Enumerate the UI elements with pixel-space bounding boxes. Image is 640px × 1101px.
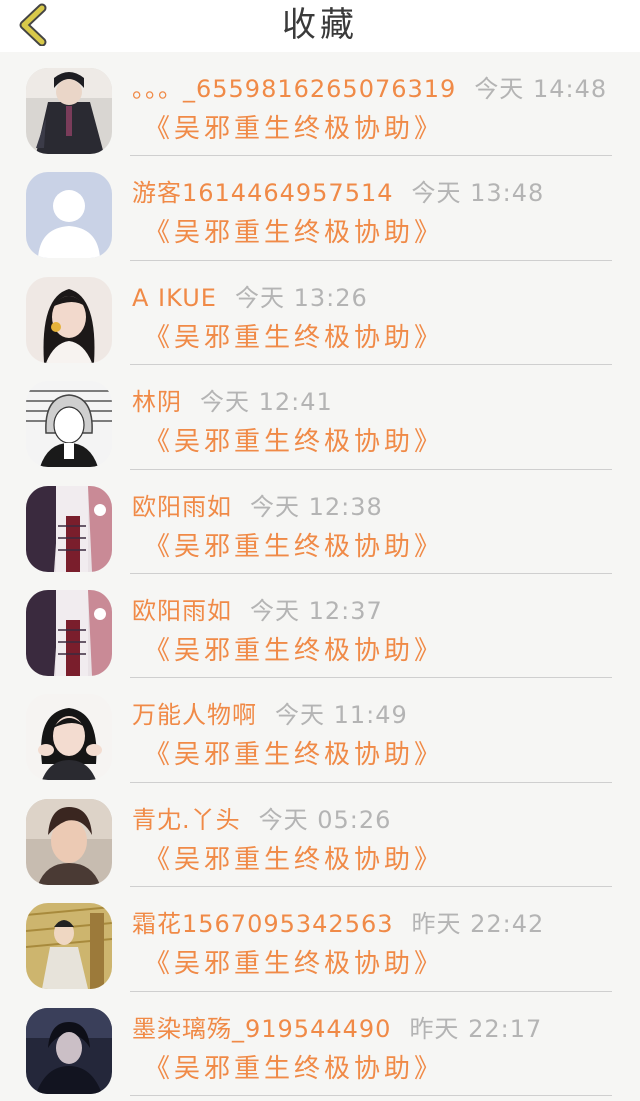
timestamp: 今天 13:48 bbox=[411, 179, 545, 208]
item-header-line: 万能人物啊 今天 11:49 bbox=[132, 698, 408, 732]
item-header-line: 欧阳雨如 今天 12:37 bbox=[132, 594, 383, 628]
list-item[interactable]: 青冘.丫头 今天 05:26 《吴邪重生终极协助》 bbox=[0, 783, 640, 888]
favorites-list: 。。。_6559816265076319 今天 14:48 《吴邪重生终极协助》 … bbox=[0, 52, 640, 1096]
avatar[interactable] bbox=[26, 381, 112, 468]
avatar[interactable] bbox=[26, 276, 112, 363]
avatar[interactable] bbox=[26, 798, 112, 885]
list-item[interactable]: A IKUE 今天 13:26 《吴邪重生终极协助》 bbox=[0, 261, 640, 366]
user-name: 万能人物啊 bbox=[132, 701, 257, 730]
avatar-dark-costume-image bbox=[26, 68, 112, 154]
favorite-title: 《吴邪重生终极协助》 bbox=[144, 322, 445, 353]
avatar[interactable] bbox=[26, 589, 112, 676]
timestamp: 昨天 22:42 bbox=[411, 910, 545, 939]
list-item[interactable]: 霜花1567095342563 昨天 22:42 《吴邪重生终极协助》 bbox=[0, 887, 640, 992]
user-name: 。。。_6559816265076319 bbox=[132, 75, 457, 103]
favorite-title: 《吴邪重生终极协助》 bbox=[144, 1053, 445, 1084]
avatar[interactable] bbox=[26, 903, 112, 990]
favorite-title: 《吴邪重生终极协助》 bbox=[144, 531, 445, 562]
list-item[interactable]: 墨染璃殇_919544490 昨天 22:17 《吴邪重生终极协助》 bbox=[0, 992, 640, 1096]
user-name: 游客1614464957514 bbox=[132, 179, 394, 208]
user-name: 欧阳雨如 bbox=[132, 492, 232, 521]
timestamp: 今天 12:38 bbox=[250, 492, 383, 521]
favorite-title: 《吴邪重生终极协助》 bbox=[144, 427, 445, 458]
list-item[interactable]: 游客1614464957514 今天 13:48 《吴邪重生终极协助》 bbox=[0, 156, 640, 261]
list-item[interactable]: 万能人物啊 今天 11:49 《吴邪重生终极协助》 bbox=[0, 678, 640, 783]
favorite-title: 《吴邪重生终极协助》 bbox=[144, 218, 445, 249]
timestamp: 今天 12:41 bbox=[200, 388, 333, 417]
timestamp: 今天 14:48 bbox=[474, 75, 608, 103]
user-name: 欧阳雨如 bbox=[132, 596, 232, 625]
divider bbox=[130, 1094, 612, 1096]
user-name: 霜花1567095342563 bbox=[132, 910, 394, 939]
item-header-line: 林阴 今天 12:41 bbox=[132, 385, 333, 419]
timestamp: 今天 05:26 bbox=[258, 805, 392, 834]
favorite-title: 《吴邪重生终极协助》 bbox=[144, 635, 445, 666]
item-header-line: 青冘.丫头 今天 05:26 bbox=[132, 803, 391, 837]
list-item[interactable]: 。。。_6559816265076319 今天 14:48 《吴邪重生终极协助》 bbox=[0, 52, 640, 157]
avatar[interactable] bbox=[26, 68, 112, 154]
avatar[interactable] bbox=[26, 172, 112, 259]
avatar[interactable] bbox=[26, 1007, 112, 1094]
list-item[interactable]: 林阴 今天 12:41 《吴邪重生终极协助》 bbox=[0, 365, 640, 470]
user-name: 墨染璃殇_919544490 bbox=[132, 1014, 392, 1043]
favorite-title: 《吴邪重生终极协助》 bbox=[144, 949, 445, 980]
timestamp: 今天 12:37 bbox=[250, 596, 383, 625]
avatar-girl-photo-image bbox=[26, 694, 112, 781]
item-header-line: 霜花1567095342563 昨天 22:42 bbox=[132, 907, 544, 941]
item-header-line: A IKUE 今天 13:26 bbox=[132, 281, 368, 315]
item-header-line: 。。。_6559816265076319 今天 14:48 bbox=[132, 72, 607, 106]
item-header-line: 墨染璃殇_919544490 昨天 22:17 bbox=[132, 1012, 542, 1046]
item-header-line: 游客1614464957514 今天 13:48 bbox=[132, 176, 544, 210]
timestamp: 昨天 22:17 bbox=[409, 1014, 543, 1043]
user-name: A IKUE bbox=[132, 283, 217, 312]
user-name: 林阴 bbox=[132, 388, 182, 417]
avatar[interactable] bbox=[26, 694, 112, 781]
list-item[interactable]: 欧阳雨如 今天 12:37 《吴邪重生终极协助》 bbox=[0, 574, 640, 679]
header-bar: 收藏 bbox=[0, 0, 640, 52]
user-name: 青冘.丫头 bbox=[132, 805, 241, 834]
favorite-title: 《吴邪重生终极协助》 bbox=[144, 114, 445, 144]
timestamp: 今天 11:49 bbox=[275, 701, 408, 730]
avatar-anime-sketch-image bbox=[26, 381, 112, 468]
avatar-dark-figure-image bbox=[26, 1007, 112, 1094]
favorite-title: 《吴邪重生终极协助》 bbox=[144, 844, 445, 875]
avatar-drama-still-image bbox=[26, 903, 112, 990]
page-title: 收藏 bbox=[282, 5, 358, 45]
list-item[interactable]: 欧阳雨如 今天 12:38 《吴邪重生终极协助》 bbox=[0, 470, 640, 574]
avatar-hanfu-image bbox=[26, 485, 112, 572]
favorite-title: 《吴邪重生终极协助》 bbox=[144, 740, 445, 771]
default-person-icon bbox=[26, 172, 112, 259]
avatar[interactable] bbox=[26, 485, 112, 572]
avatar-man-photo-image bbox=[26, 798, 112, 885]
avatar-hanfu-image bbox=[26, 589, 112, 676]
avatar-woman-photo-image bbox=[26, 276, 112, 363]
timestamp: 今天 13:26 bbox=[234, 283, 368, 312]
item-header-line: 欧阳雨如 今天 12:38 bbox=[132, 490, 383, 524]
